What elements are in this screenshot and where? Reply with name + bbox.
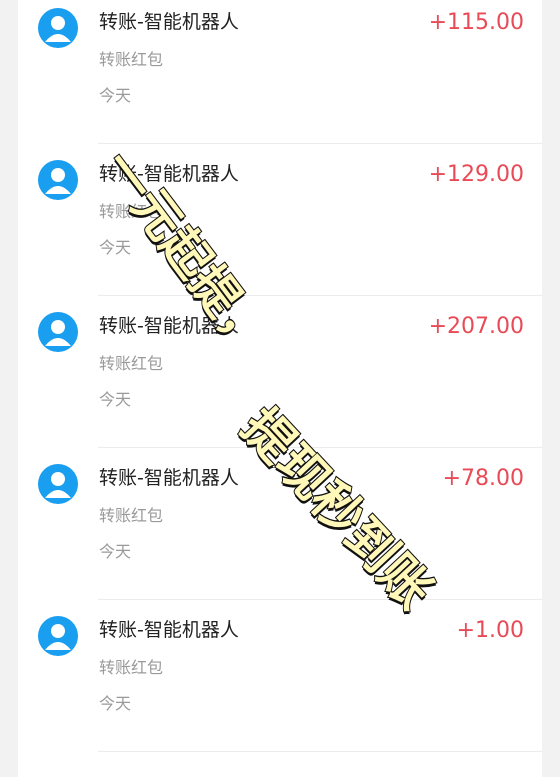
transaction-row[interactable]: 转账-智能机器人 转账红包 今天 +115.00 [18, 0, 542, 144]
user-avatar-icon [38, 616, 78, 656]
user-avatar-icon [38, 160, 78, 200]
transaction-row[interactable]: 转账-智能机器人 转账红包 今天 +1.00 [18, 600, 542, 752]
transaction-amount: +78.00 [442, 466, 524, 491]
row-divider [98, 751, 542, 752]
transaction-row[interactable]: 转账-智能机器人 转账红包 今天 +129.00 [18, 144, 542, 296]
transaction-subtitle: 转账红包 [99, 658, 164, 677]
transaction-list: 转账-智能机器人 转账红包 今天 +115.00 转账-智能机器人 转账红包 今… [18, 0, 542, 777]
transaction-date: 今天 [99, 238, 132, 257]
transaction-amount: +129.00 [428, 162, 524, 187]
transaction-date: 今天 [99, 694, 132, 713]
transaction-title: 转账-智能机器人 [99, 163, 239, 185]
transaction-date: 今天 [99, 390, 132, 409]
transaction-subtitle: 转账红包 [99, 202, 164, 221]
transaction-title: 转账-智能机器人 [99, 11, 239, 33]
transaction-amount: +1.00 [456, 618, 524, 643]
transaction-row[interactable]: 转账-智能机器人 转账红包 今天 +78.00 [18, 448, 542, 600]
user-avatar-icon [38, 464, 78, 504]
transaction-title: 转账-智能机器人 [99, 467, 239, 489]
transaction-title: 转账-智能机器人 [99, 315, 239, 337]
transaction-amount: +115.00 [428, 10, 524, 35]
transaction-subtitle: 转账红包 [99, 50, 164, 69]
transaction-date: 今天 [99, 86, 132, 105]
transaction-date: 今天 [99, 542, 132, 561]
transaction-amount: +207.00 [428, 314, 524, 339]
transaction-subtitle: 转账红包 [99, 354, 164, 373]
transaction-title: 转账-智能机器人 [99, 619, 239, 641]
user-avatar-icon [38, 312, 78, 352]
transaction-subtitle: 转账红包 [99, 506, 164, 525]
user-avatar-icon [38, 8, 78, 48]
transaction-row[interactable]: 转账-智能机器人 转账红包 今天 +207.00 [18, 296, 542, 448]
